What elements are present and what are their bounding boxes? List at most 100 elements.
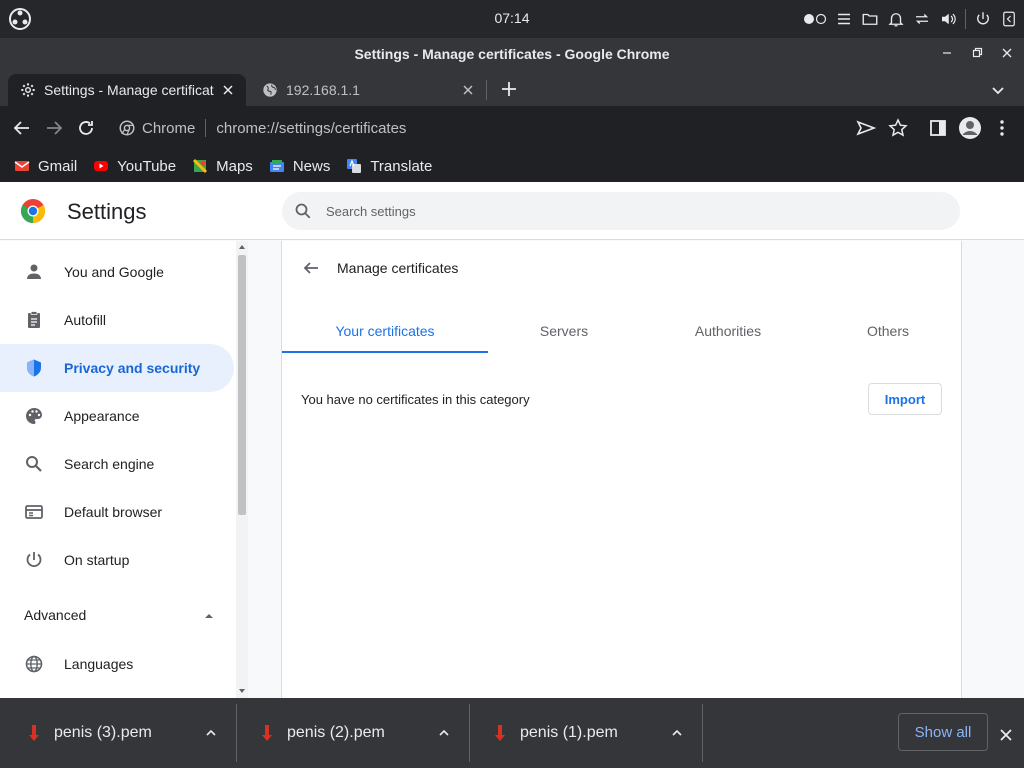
- caret-up-icon[interactable]: [203, 610, 215, 622]
- new-tab-icon[interactable]: [500, 80, 518, 98]
- bookmark-maps[interactable]: Maps: [192, 158, 253, 175]
- search-settings-box[interactable]: [282, 192, 960, 230]
- sidebar-item-label: Appearance: [64, 408, 140, 424]
- sidebar-item-languages[interactable]: Languages: [0, 640, 234, 688]
- chevron-down-icon[interactable]: [990, 82, 1006, 98]
- reload-icon[interactable]: [76, 118, 96, 138]
- chevron-up-icon[interactable]: [670, 726, 684, 740]
- search-icon: [295, 203, 311, 219]
- person-icon: [27, 264, 41, 279]
- bookmark-label: Gmail: [38, 157, 78, 175]
- bookmark-label: News: [292, 157, 331, 175]
- chevron-up-icon[interactable]: [204, 726, 218, 740]
- profile-avatar-icon[interactable]: [958, 116, 982, 140]
- minimize-icon[interactable]: [940, 46, 954, 60]
- chrome-logo-icon: [20, 199, 46, 223]
- download-item[interactable]: penis (3).pem: [4, 704, 237, 762]
- file-icon: [495, 725, 505, 741]
- search-icon: [26, 456, 42, 472]
- logout-icon[interactable]: [1000, 10, 1018, 28]
- sidebar-scrollbar[interactable]: [236, 241, 248, 698]
- scrollbar-thumb[interactable]: [238, 255, 246, 515]
- window-title-bar[interactable]: Settings - Manage certificates - Google …: [0, 38, 1024, 70]
- folder-icon[interactable]: [861, 10, 879, 28]
- scroll-down-icon[interactable]: [238, 687, 246, 695]
- sidebar-item-on-startup[interactable]: On startup: [0, 536, 234, 584]
- address-bar[interactable]: Chrome chrome://settings/certificates: [108, 111, 928, 145]
- translate-icon: [347, 159, 362, 173]
- bookmark-label: YouTube: [117, 157, 177, 175]
- gear-icon: [21, 83, 35, 97]
- bookmark-news[interactable]: News: [269, 157, 331, 175]
- tab-authorities[interactable]: Authorities: [646, 309, 810, 353]
- chevron-up-icon[interactable]: [437, 726, 451, 740]
- back-icon[interactable]: [12, 118, 32, 138]
- empty-certificates-message: You have no certificates in this categor…: [301, 392, 530, 407]
- clipboard-icon: [28, 311, 40, 328]
- page-title: Settings: [67, 199, 147, 224]
- tab-label: 192.168.1.1: [286, 82, 360, 98]
- scroll-up-icon[interactable]: [238, 243, 246, 251]
- sidebar-item-label: Default browser: [64, 504, 163, 520]
- window-title: Settings - Manage certificates - Google …: [354, 46, 670, 62]
- search-input[interactable]: [326, 203, 926, 219]
- power-icon: [26, 552, 42, 568]
- sidebar-item-appearance[interactable]: Appearance: [0, 392, 234, 440]
- forward-icon[interactable]: [44, 118, 64, 138]
- network-icon[interactable]: [913, 10, 931, 28]
- sidebar-item-search-engine[interactable]: Search engine: [0, 440, 234, 488]
- restore-icon[interactable]: [970, 46, 984, 60]
- bookmark-youtube[interactable]: YouTube: [93, 158, 176, 175]
- bookmark-gmail[interactable]: Gmail: [14, 158, 77, 175]
- browser-icon: [25, 505, 43, 519]
- url-text[interactable]: chrome://settings/certificates: [216, 120, 406, 137]
- tab-separator: [486, 80, 487, 100]
- workspace-indicator-icon[interactable]: [803, 13, 827, 25]
- certificate-tabs: Your certificates Servers Authorities Ot…: [282, 309, 962, 353]
- show-all-downloads-button[interactable]: Show all: [898, 713, 988, 751]
- sidebar-item-label: Privacy and security: [64, 360, 201, 376]
- download-filename: penis (2).pem: [287, 724, 385, 741]
- list-icon[interactable]: [835, 10, 853, 28]
- sidebar-advanced-label[interactable]: Advanced: [24, 607, 86, 623]
- subpage-title: Manage certificates: [337, 260, 459, 276]
- news-icon: [269, 160, 284, 172]
- shield-icon: [27, 359, 41, 377]
- sidebar-item-default-browser[interactable]: Default browser: [0, 488, 234, 536]
- sidebar-item-you-and-google[interactable]: You and Google: [0, 248, 234, 296]
- send-icon[interactable]: [856, 118, 876, 138]
- bookmark-star-icon[interactable]: [888, 118, 908, 138]
- palette-icon: [26, 408, 42, 424]
- back-arrow-icon[interactable]: [302, 259, 320, 277]
- tab-others[interactable]: Others: [832, 309, 944, 353]
- settings-header: Settings: [0, 182, 1024, 240]
- side-panel-icon[interactable]: [928, 118, 948, 138]
- download-item[interactable]: penis (2).pem: [237, 704, 470, 762]
- tab-router[interactable]: 192.168.1.1: [250, 74, 486, 106]
- close-tab-icon[interactable]: [220, 82, 236, 98]
- window-controls: [940, 46, 1014, 60]
- bookmark-label: Maps: [216, 157, 253, 175]
- file-icon: [29, 725, 39, 741]
- globe-icon: [263, 83, 277, 97]
- tab-settings[interactable]: Settings - Manage certificates: [8, 74, 246, 106]
- volume-icon[interactable]: [939, 10, 957, 28]
- tab-servers[interactable]: Servers: [488, 309, 640, 353]
- sidebar-item-autofill[interactable]: Autofill: [0, 296, 234, 344]
- close-download-shelf-icon[interactable]: [998, 727, 1014, 743]
- more-menu-icon[interactable]: [992, 118, 1012, 138]
- sidebar-item-label: Languages: [64, 656, 134, 672]
- tab-your-certificates[interactable]: Your certificates: [282, 309, 488, 353]
- bell-icon[interactable]: [887, 10, 905, 28]
- sidebar-item-privacy-and-security[interactable]: Privacy and security: [0, 344, 234, 392]
- download-filename: penis (1).pem: [520, 724, 618, 741]
- download-item[interactable]: penis (1).pem: [470, 704, 703, 762]
- bookmark-translate[interactable]: Translate: [346, 158, 432, 175]
- close-window-icon[interactable]: [1000, 46, 1014, 60]
- close-tab-icon[interactable]: [460, 82, 476, 98]
- sidebar-item-label: Search engine: [64, 456, 155, 472]
- sidebar-item-label: You and Google: [64, 264, 164, 280]
- import-button[interactable]: Import: [868, 383, 942, 415]
- address-chip: Chrome: [142, 119, 196, 137]
- power-icon[interactable]: [974, 10, 992, 28]
